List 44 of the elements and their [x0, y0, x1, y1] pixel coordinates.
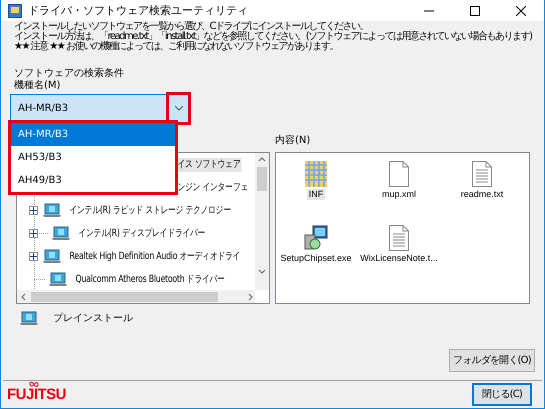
tree-item[interactable]: インテル(R) ラピッド ストレージ テクノロジー	[68, 204, 232, 218]
tree-item[interactable]: ンジン インターフェ	[176, 180, 250, 194]
document-icon	[389, 161, 409, 187]
pane-label: 内容(N)	[275, 135, 310, 147]
laptop-icon	[42, 249, 62, 264]
file-item[interactable]: SetupChipset.exe	[278, 253, 354, 264]
open-folder-button[interactable]: フォルダを開く(O)	[449, 349, 535, 372]
grid-file-icon	[305, 161, 327, 187]
legend-label: プレインストール	[53, 312, 133, 324]
app-icon	[8, 4, 22, 18]
laptop-icon	[42, 203, 62, 218]
laptop-icon	[19, 311, 39, 326]
model-dropdown[interactable]: AH-MR/B3	[10, 94, 188, 123]
tree-item[interactable]: インテル(R) ディスプレイドライバー	[77, 226, 207, 240]
instruction-text: インストールしたいソフトウェアを一覧から選び、Cドライブにインストールしてください。	[13, 22, 368, 32]
maximize-icon	[470, 6, 480, 16]
text-document-icon	[389, 225, 409, 251]
file-item[interactable]: readme.txt	[458, 189, 506, 200]
tree-item[interactable]: イス ソフトウェア	[176, 158, 242, 172]
vertical-scrollbar[interactable]	[255, 153, 269, 290]
expand-toggle[interactable]	[29, 252, 38, 261]
expand-toggle[interactable]	[29, 229, 38, 238]
close-icon	[516, 6, 526, 16]
window-title: ドライバ・ソフトウェア検索ユーティリティ	[28, 4, 248, 18]
text-document-icon	[472, 161, 492, 187]
section-title: ソフトウェアの検索条件	[14, 68, 125, 80]
instruction-text: インストール方法は、「readme.txt」「install.txt」などを参照してください。(ソフトウェアによっては用意されていない場合もあります)	[13, 32, 534, 42]
close-dialog-button[interactable]: 閉じる(C)	[472, 383, 532, 406]
field-label: 機種名(M)	[14, 80, 62, 92]
dropdown-arrow-button[interactable]	[166, 92, 191, 125]
file-item[interactable]: INF	[306, 189, 326, 200]
tree-item[interactable]: Realtek High Definition Audio オーディオドライ	[68, 250, 242, 264]
file-item[interactable]: WixLicenseNote.t...	[358, 253, 440, 264]
instruction-text: ★★ 注意 ★★ お使いの機種によっては、ご利用になれないソフトウェアがあります。	[13, 42, 339, 52]
expand-toggle[interactable]	[29, 206, 38, 215]
tree-item[interactable]: Qualcomm Atheros Bluetooth ドライバー	[74, 272, 226, 286]
laptop-icon	[51, 226, 71, 241]
selected-value: AH-MR/B3	[17, 102, 70, 116]
caret-icon	[174, 106, 182, 111]
installer-icon	[303, 225, 329, 251]
file-item[interactable]: mup.xml	[380, 189, 418, 200]
laptop-icon	[48, 272, 68, 287]
horizontal-scrollbar[interactable]	[17, 290, 255, 303]
dropdown-option[interactable]: AH-MR/B3	[11, 123, 175, 146]
